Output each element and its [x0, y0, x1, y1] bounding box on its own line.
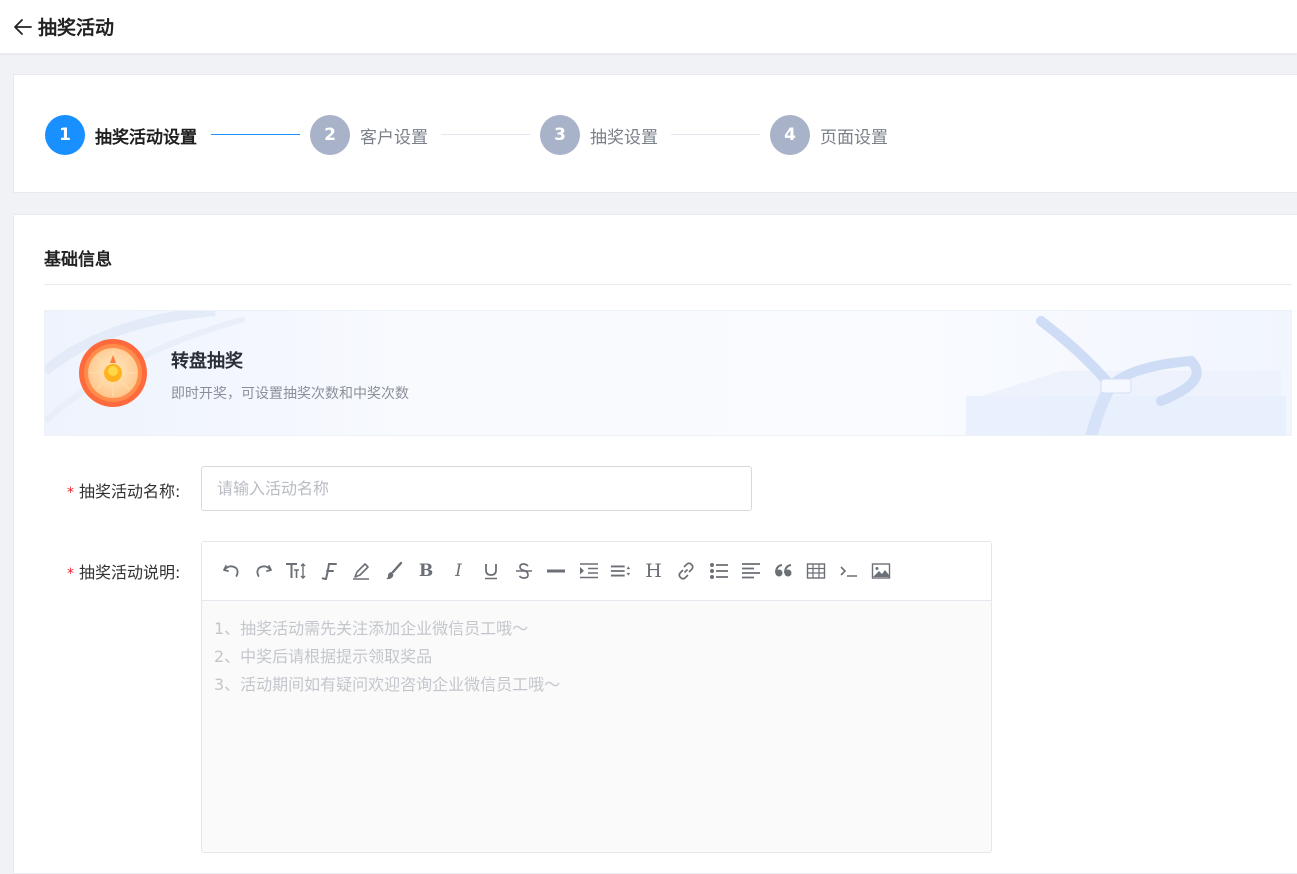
highlight-icon[interactable]: [350, 560, 372, 582]
quote-icon[interactable]: [773, 560, 795, 582]
line-height-icon[interactable]: [610, 560, 632, 582]
steps-card: 1 抽奖活动设置 2 客户设置 3 抽奖设置 4 页面设置: [13, 74, 1297, 193]
section-title: 基础信息: [44, 250, 112, 270]
heading-icon[interactable]: H: [643, 560, 665, 582]
form-card: 基础信息 转盘抽奖 即时开奖，可设置抽奖次数和中奖次数 * 抽奖活动名称: 请输…: [13, 214, 1297, 874]
back-button[interactable]: [12, 16, 34, 38]
step-4[interactable]: 4 页面设置: [770, 115, 888, 155]
step-connector: [441, 134, 530, 135]
italic-icon[interactable]: I: [448, 560, 470, 582]
bold-icon[interactable]: B: [415, 560, 437, 582]
horizontal-rule-icon[interactable]: [545, 560, 567, 582]
prize-wheel-icon: [79, 339, 147, 407]
step-number: 1: [45, 115, 85, 155]
activity-description-label: * 抽奖活动说明:: [67, 563, 181, 582]
step-label: 抽奖活动设置: [95, 127, 197, 148]
step-2[interactable]: 2 客户设置: [310, 115, 428, 155]
step-label: 页面设置: [820, 127, 888, 148]
editor-placeholder-line: 3、活动期间如有疑问欢迎咨询企业微信员工哦～: [214, 675, 561, 694]
page-title: 抽奖活动: [38, 17, 115, 39]
step-number: 3: [540, 115, 580, 155]
editor-content[interactable]: 1、抽奖活动需先关注添加企业微信员工哦～ 2、中奖后请根据提示领取奖品 3、活动…: [202, 601, 991, 852]
step-connector: [211, 134, 300, 135]
editor-placeholder-line: 1、抽奖活动需先关注添加企业微信员工哦～: [214, 619, 529, 638]
activity-type-banner: 转盘抽奖 即时开奖，可设置抽奖次数和中奖次数: [44, 310, 1292, 436]
code-icon[interactable]: [838, 560, 860, 582]
gift-box-icon: [966, 316, 1286, 435]
table-icon[interactable]: [805, 560, 827, 582]
activity-name-label: * 抽奖活动名称:: [67, 482, 181, 501]
step-number: 4: [770, 115, 810, 155]
brush-icon[interactable]: [383, 560, 405, 582]
indent-icon[interactable]: [578, 560, 600, 582]
bullet-list-icon[interactable]: [708, 560, 730, 582]
section-divider: [44, 284, 1292, 285]
step-label: 客户设置: [360, 127, 428, 148]
undo-icon[interactable]: [220, 560, 242, 582]
banner-title: 转盘抽奖: [171, 351, 243, 372]
required-mark: *: [67, 566, 74, 582]
step-label: 抽奖设置: [590, 127, 658, 148]
link-icon[interactable]: [675, 560, 697, 582]
redo-icon[interactable]: [253, 560, 275, 582]
align-icon[interactable]: [740, 560, 762, 582]
activity-name-input[interactable]: [201, 466, 752, 511]
strikethrough-icon[interactable]: [513, 560, 535, 582]
required-mark: *: [67, 485, 74, 501]
underline-icon[interactable]: [480, 560, 502, 582]
step-connector: [671, 134, 760, 135]
top-bar: 抽奖活动: [0, 0, 1297, 53]
rich-text-editor: B I H 1、抽奖活动需先关注添加企业微信员工哦～ 2、中奖后请根据提示领取奖…: [201, 541, 992, 853]
font-family-icon[interactable]: [318, 560, 340, 582]
editor-placeholder-line: 2、中奖后请根据提示领取奖品: [214, 647, 433, 666]
step-number: 2: [310, 115, 350, 155]
arrow-left-icon[interactable]: [12, 16, 34, 38]
banner-description: 即时开奖，可设置抽奖次数和中奖次数: [171, 386, 409, 402]
image-icon[interactable]: [870, 560, 892, 582]
step-1[interactable]: 1 抽奖活动设置: [45, 115, 197, 155]
font-size-icon[interactable]: [285, 560, 307, 582]
step-3[interactable]: 3 抽奖设置: [540, 115, 658, 155]
editor-toolbar: B I H: [202, 542, 991, 601]
